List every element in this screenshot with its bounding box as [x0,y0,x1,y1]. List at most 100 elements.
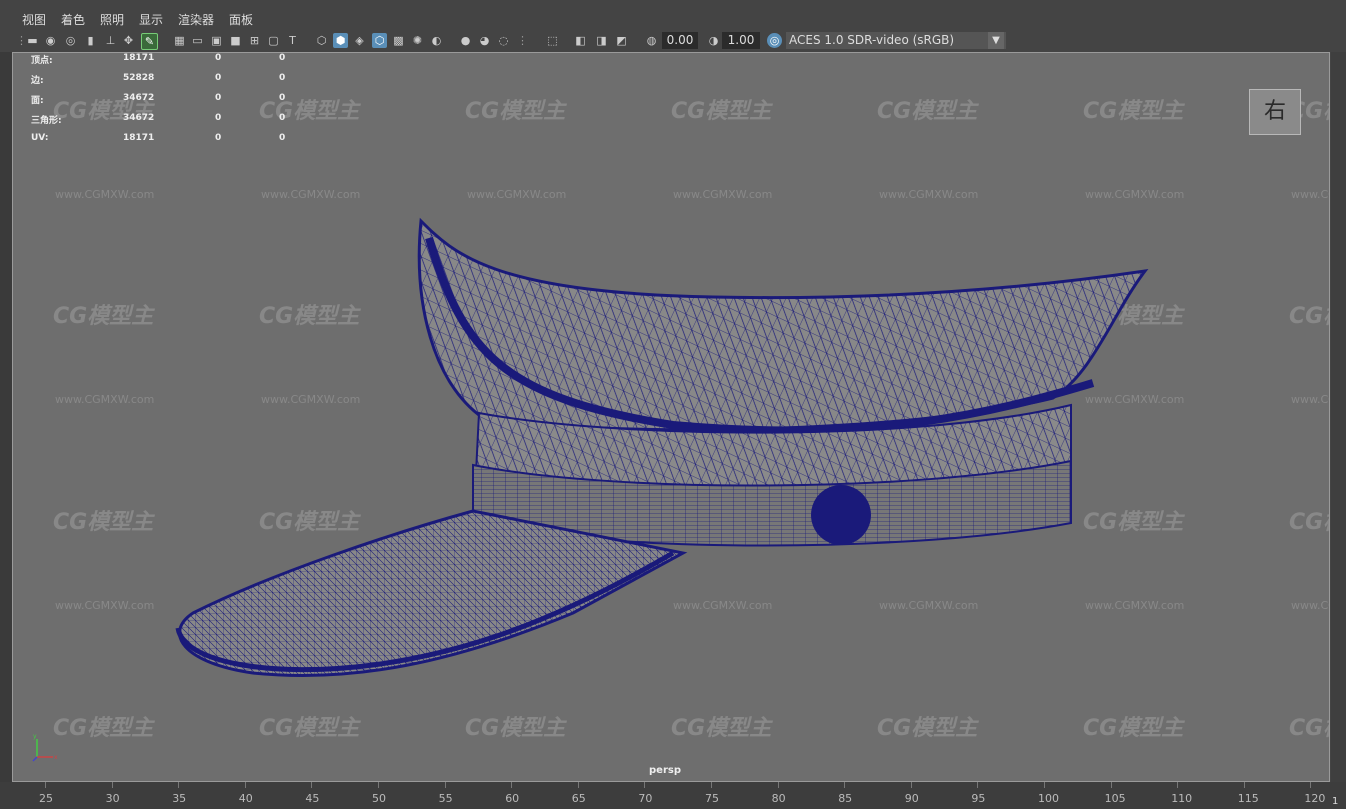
wireframe-icon[interactable]: ⬡ [314,33,329,48]
timeline-tick-mark [1177,782,1179,788]
xray-joints-icon[interactable]: ◩ [614,33,629,48]
xray-icon[interactable]: ◧ [573,33,588,48]
menu-shading[interactable]: 着色 [61,11,85,28]
timeline-tick-label: 100 [1038,792,1059,805]
timeline-tick-label: 95 [971,792,986,805]
menu-view[interactable]: 视图 [22,11,46,28]
hud-value: 18171 [123,53,155,63]
resolution-gate-icon[interactable]: ▣ [209,33,224,48]
cap-wireframe-model [175,217,1149,677]
safe-action-icon[interactable]: ▢ [266,33,281,48]
toolbar-separator-icon: ⋮ [517,34,528,47]
timeline-tick-mark [178,782,180,788]
hud-value: 0 [215,93,222,103]
bookmark-icon[interactable]: ▮ [83,33,98,48]
timeline-tick-mark [111,782,113,788]
timeline-tick-label: 65 [571,792,586,805]
hud-value: 0 [279,113,286,123]
exposure-field[interactable]: 0.00 [662,32,698,49]
color-space-dropdown[interactable]: ACES 1.0 SDR-video (sRGB) ▼ [786,32,1006,49]
timeline-tick-mark [511,782,513,788]
timeline-tick-mark [711,782,712,788]
timeline-tick-label: 35 [172,792,187,805]
film-gate-icon[interactable]: ▭ [190,33,205,48]
camera-name-label: persp [649,765,681,776]
hud-value: 0 [215,133,222,143]
hud-label: 顶点: [31,56,53,66]
timeline-tick-label: 120 [1304,792,1326,805]
gate-mask-icon[interactable]: ■ [228,33,243,48]
safe-title-icon[interactable]: T [285,33,300,48]
timeline-tick-label: 75 [705,792,719,805]
timeline-tick-mark [844,782,846,788]
anti-aliasing-icon[interactable]: ◌ [496,33,511,48]
timeline-tick-label: 115 [1237,792,1259,805]
hud-label: UV: [31,133,49,143]
timeline-tick-label: 80 [771,792,786,805]
time-slider[interactable]: 1 25 30 35 40 45 50 55 60 65 70 75 80 85 90 95 100 105 11… [0,782,1346,809]
gamma-icon[interactable]: ◑ [706,33,721,48]
shadows-icon[interactable]: ◐ [429,33,444,48]
timeline-tick-label: 60 [505,792,520,805]
smooth-shade-icon[interactable]: ⬢ [333,33,348,48]
hud-value: 0 [279,73,286,83]
timeline-tick-label: 70 [638,792,653,805]
hud-label: 三角形: [31,116,62,126]
menu-renderer[interactable]: 渲染器 [178,11,214,28]
3d-viewport[interactable]: CG模型主 www.CGMXW.com CG模型主 www.CGMXW.com CG模型… [12,52,1330,782]
hud-value: 0 [215,53,222,63]
timeline-tick-mark [45,782,46,788]
motion-blur-icon[interactable]: ◕ [477,33,492,48]
exposure-icon[interactable]: ◍ [644,33,659,48]
svg-text:x: x [54,754,58,761]
menu-show[interactable]: 显示 [139,11,163,28]
timeline-tick-mark [1110,782,1112,788]
grease-pencil-icon[interactable]: ✎ [141,33,158,50]
axis-gizmo-icon: y x [32,733,58,762]
svg-text:y: y [33,733,37,740]
menu-bar: 视图 着色 照明 显示 渲染器 面板 [0,0,1346,30]
hud-value: 0 [279,133,286,143]
wireframe-on-shaded-icon[interactable]: ⬡ [372,33,387,48]
hud-value: 34672 [123,93,155,103]
hud-value: 0 [279,53,286,63]
timeline-tick-label: 50 [372,792,386,805]
timeline-tick-label: 85 [838,792,853,805]
timeline-tick-mark [1310,782,1312,788]
camera-attributes-icon[interactable]: ◉ [43,33,58,48]
view-cube[interactable]: 右 [1249,89,1301,135]
bookmark-camera-icon[interactable]: ◎ [63,33,78,48]
hud-label: 面: [31,96,44,106]
isolate-select-icon[interactable]: ⬚ [545,33,560,48]
xray-active-icon[interactable]: ◨ [594,33,609,48]
hud-value: 18171 [123,133,155,143]
gamma-field[interactable]: 1.00 [722,32,760,49]
color-management-icon[interactable]: ◎ [767,33,782,48]
select-camera-icon[interactable]: ▬ [25,33,40,48]
hud-value: 0 [215,73,222,83]
image-plane-icon[interactable]: ⊥ [103,33,118,48]
use-all-lights-icon[interactable]: ✺ [410,33,425,48]
hud-value: 0 [279,93,286,103]
textured-icon[interactable]: ▩ [391,33,406,48]
field-chart-icon[interactable]: ⊞ [247,33,262,48]
menu-lighting[interactable]: 照明 [100,11,124,28]
screen-space-ao-icon[interactable]: ● [458,33,473,48]
timeline-tick-label: 110 [1171,792,1193,805]
viewport-toolbar: ⋮ ▬ ◉ ◎ ▮ ⊥ ✥ ✎ ▦ ▭ ▣ ■ ⊞ ▢ T ⬡ ⬢ ◈ ⬡ ▩ … [0,30,1346,52]
hud-value: 52828 [123,73,155,83]
pan-zoom-icon[interactable]: ✥ [121,33,136,48]
grid-icon[interactable]: ▦ [172,33,187,48]
timeline-tick-mark [1243,782,1245,788]
color-space-value: ACES 1.0 SDR-video (sRGB) [789,33,955,47]
left-panel [0,52,12,782]
menu-panels[interactable]: 面板 [229,11,253,28]
timeline-tick-mark [644,782,646,788]
default-material-icon[interactable]: ◈ [352,33,367,48]
timeline-tick-mark [444,782,446,788]
timeline-tick-mark [977,782,979,788]
timeline-tick-mark [378,782,379,788]
timeline-tick-mark [777,782,779,788]
timeline-tick-label: 105 [1104,792,1126,805]
timeline-tick-label: 90 [904,792,919,805]
